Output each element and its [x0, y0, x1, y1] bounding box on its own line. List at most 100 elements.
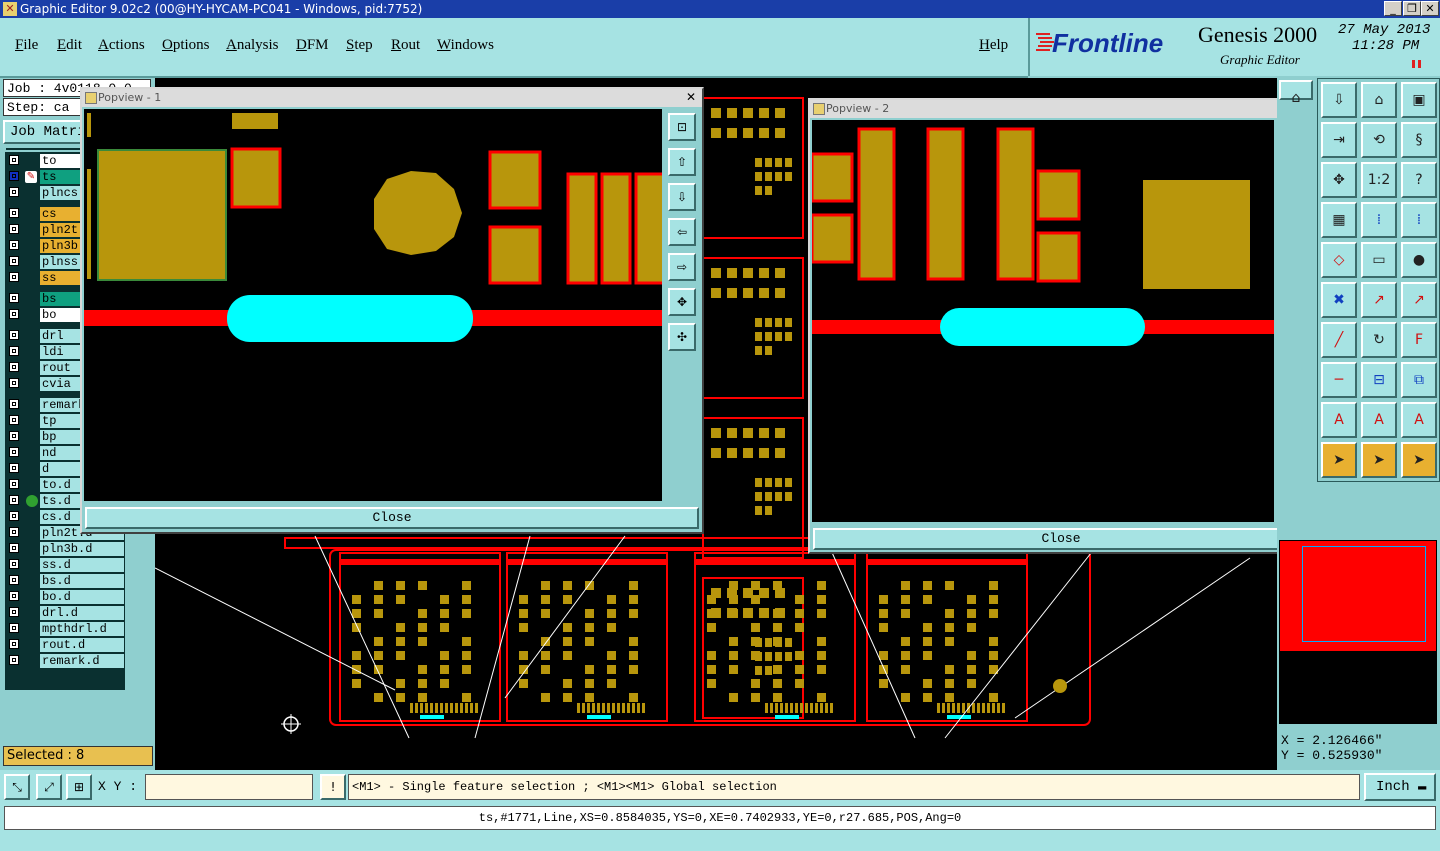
- close-window-button[interactable]: ✕: [1421, 1, 1439, 16]
- menu-edit[interactable]: Edit: [57, 37, 82, 54]
- cut-line-icon[interactable]: ─: [1321, 362, 1357, 398]
- pan-right-icon[interactable]: ⇨: [668, 253, 696, 281]
- layer-checkbox[interactable]: [9, 309, 19, 319]
- components-icon[interactable]: ⁞: [1401, 202, 1437, 238]
- layer-row[interactable]: ss.d: [6, 558, 124, 572]
- select-net-icon[interactable]: ➤: [1401, 442, 1437, 478]
- layer-checkbox[interactable]: [9, 623, 19, 633]
- select-area-icon[interactable]: ➤: [1361, 442, 1397, 478]
- menu-windows[interactable]: Windows: [437, 37, 494, 54]
- zoom-in-icon[interactable]: ✥: [668, 288, 696, 316]
- units-dropdown[interactable]: Inch ▬: [1364, 773, 1436, 801]
- layer-name[interactable]: drl.d: [40, 606, 124, 620]
- redraw-icon[interactable]: ⟲: [1361, 122, 1397, 158]
- layer-checkbox[interactable]: [9, 415, 19, 425]
- layer-checkbox[interactable]: [9, 155, 19, 165]
- rotate-icon[interactable]: ↻: [1361, 322, 1397, 358]
- surface-a-icon[interactable]: A: [1321, 402, 1357, 438]
- popview-2-close-button[interactable]: Close: [813, 528, 1309, 550]
- layer-name[interactable]: remark.d: [40, 654, 124, 668]
- layers-icon[interactable]: ⁞: [1361, 202, 1397, 238]
- layer-checkbox[interactable]: [9, 378, 19, 388]
- layer-row[interactable]: rout.d: [6, 638, 124, 652]
- layer-checkbox[interactable]: [9, 463, 19, 473]
- draw-shape-icon[interactable]: ◇: [1321, 242, 1357, 278]
- layer-checkbox[interactable]: [9, 495, 19, 505]
- step-in-icon[interactable]: ⇥: [1321, 122, 1357, 158]
- view-home-icon[interactable]: ⌂: [1279, 80, 1313, 106]
- save-view-icon[interactable]: ⇩: [1321, 82, 1357, 118]
- ratio-icon[interactable]: 1:2: [1361, 162, 1397, 198]
- pan-left-icon[interactable]: ⇦: [668, 218, 696, 246]
- layer-name[interactable]: bs.d: [40, 574, 124, 588]
- layer-checkbox[interactable]: [9, 575, 19, 585]
- maximize-button[interactable]: ❐: [1403, 1, 1421, 16]
- layer-checkbox[interactable]: [9, 543, 19, 553]
- layer-row[interactable]: pln3b.d: [6, 542, 124, 556]
- zoom-box-icon[interactable]: ⤡: [4, 774, 30, 800]
- select-icon[interactable]: ➤: [1321, 442, 1357, 478]
- layer-row[interactable]: drl.d: [6, 606, 124, 620]
- move-feature-icon[interactable]: ↗: [1361, 282, 1397, 318]
- menu-analysis[interactable]: Analysis: [226, 37, 279, 54]
- layer-checkbox[interactable]: [9, 272, 19, 282]
- window-icon[interactable]: ▣: [1401, 82, 1437, 118]
- move-icon[interactable]: ✥: [1321, 162, 1357, 198]
- layer-name[interactable]: bo.d: [40, 590, 124, 604]
- pad-icon[interactable]: ●: [1401, 242, 1437, 278]
- layer-checkbox[interactable]: [9, 559, 19, 569]
- minimize-button[interactable]: _: [1384, 1, 1402, 16]
- menu-help[interactable]: Help: [979, 37, 1008, 54]
- layer-name[interactable]: ss.d: [40, 558, 124, 572]
- text-icon[interactable]: F: [1401, 322, 1437, 358]
- layer-row[interactable]: bs.d: [6, 574, 124, 588]
- layer-checkbox[interactable]: [9, 256, 19, 266]
- grid-snap-icon[interactable]: ⊞: [66, 774, 92, 800]
- layer-checkbox[interactable]: [9, 639, 19, 649]
- pan-up-icon[interactable]: ⇧: [668, 148, 696, 176]
- menu-actions[interactable]: Actions: [98, 37, 145, 54]
- layer-checkbox[interactable]: [9, 330, 19, 340]
- menu-step[interactable]: Step: [346, 37, 373, 54]
- layer-checkbox[interactable]: [9, 362, 19, 372]
- overview-map[interactable]: [1279, 540, 1437, 652]
- pan-down-icon[interactable]: ⇩: [668, 183, 696, 211]
- layer-name[interactable]: rout.d: [40, 638, 124, 652]
- measure-icon[interactable]: ▭: [1361, 242, 1397, 278]
- menu-file[interactable]: File: [15, 37, 38, 54]
- layer-checkbox[interactable]: [9, 293, 19, 303]
- layer-checkbox[interactable]: [9, 511, 19, 521]
- copy-feature-icon[interactable]: ↗: [1401, 282, 1437, 318]
- menu-options[interactable]: Options: [162, 37, 210, 54]
- layer-checkbox[interactable]: [9, 591, 19, 601]
- line-icon[interactable]: ╱: [1321, 322, 1357, 358]
- layer-row[interactable]: mpthdrl.d: [6, 622, 124, 636]
- snap-icon[interactable]: §: [1401, 122, 1437, 158]
- layer-checkbox[interactable]: [9, 607, 19, 617]
- layer-row[interactable]: remark.d: [6, 654, 124, 668]
- popview-1-x-button[interactable]: ✕: [684, 91, 698, 104]
- layer-checkbox[interactable]: [9, 527, 19, 537]
- layer-checkbox[interactable]: [9, 655, 19, 665]
- layer-checkbox[interactable]: [9, 240, 19, 250]
- popview-2-canvas[interactable]: [812, 120, 1274, 522]
- layer-checkbox[interactable]: [9, 208, 19, 218]
- menu-dfm[interactable]: DFM: [296, 37, 329, 54]
- popview-1-close-button[interactable]: Close: [85, 507, 699, 529]
- layer-checkbox[interactable]: [9, 224, 19, 234]
- delete-icon[interactable]: ✖: [1321, 282, 1357, 318]
- xy-input[interactable]: [145, 774, 313, 800]
- layer-row[interactable]: bo.d: [6, 590, 124, 604]
- home-icon[interactable]: ⌂: [1361, 82, 1397, 118]
- surface-b-icon[interactable]: A: [1361, 402, 1397, 438]
- popview-1-canvas[interactable]: [84, 109, 662, 501]
- layer-checkbox[interactable]: [9, 447, 19, 457]
- layer-checkbox[interactable]: [9, 431, 19, 441]
- menu-rout[interactable]: Rout: [391, 37, 420, 54]
- surface-c-icon[interactable]: A: [1401, 402, 1437, 438]
- warning-icon[interactable]: !: [320, 774, 346, 800]
- help-icon[interactable]: ?: [1401, 162, 1437, 198]
- layer-checkbox[interactable]: [9, 187, 19, 197]
- layer-name[interactable]: mpthdrl.d: [40, 622, 124, 636]
- layer-checkbox[interactable]: [9, 346, 19, 356]
